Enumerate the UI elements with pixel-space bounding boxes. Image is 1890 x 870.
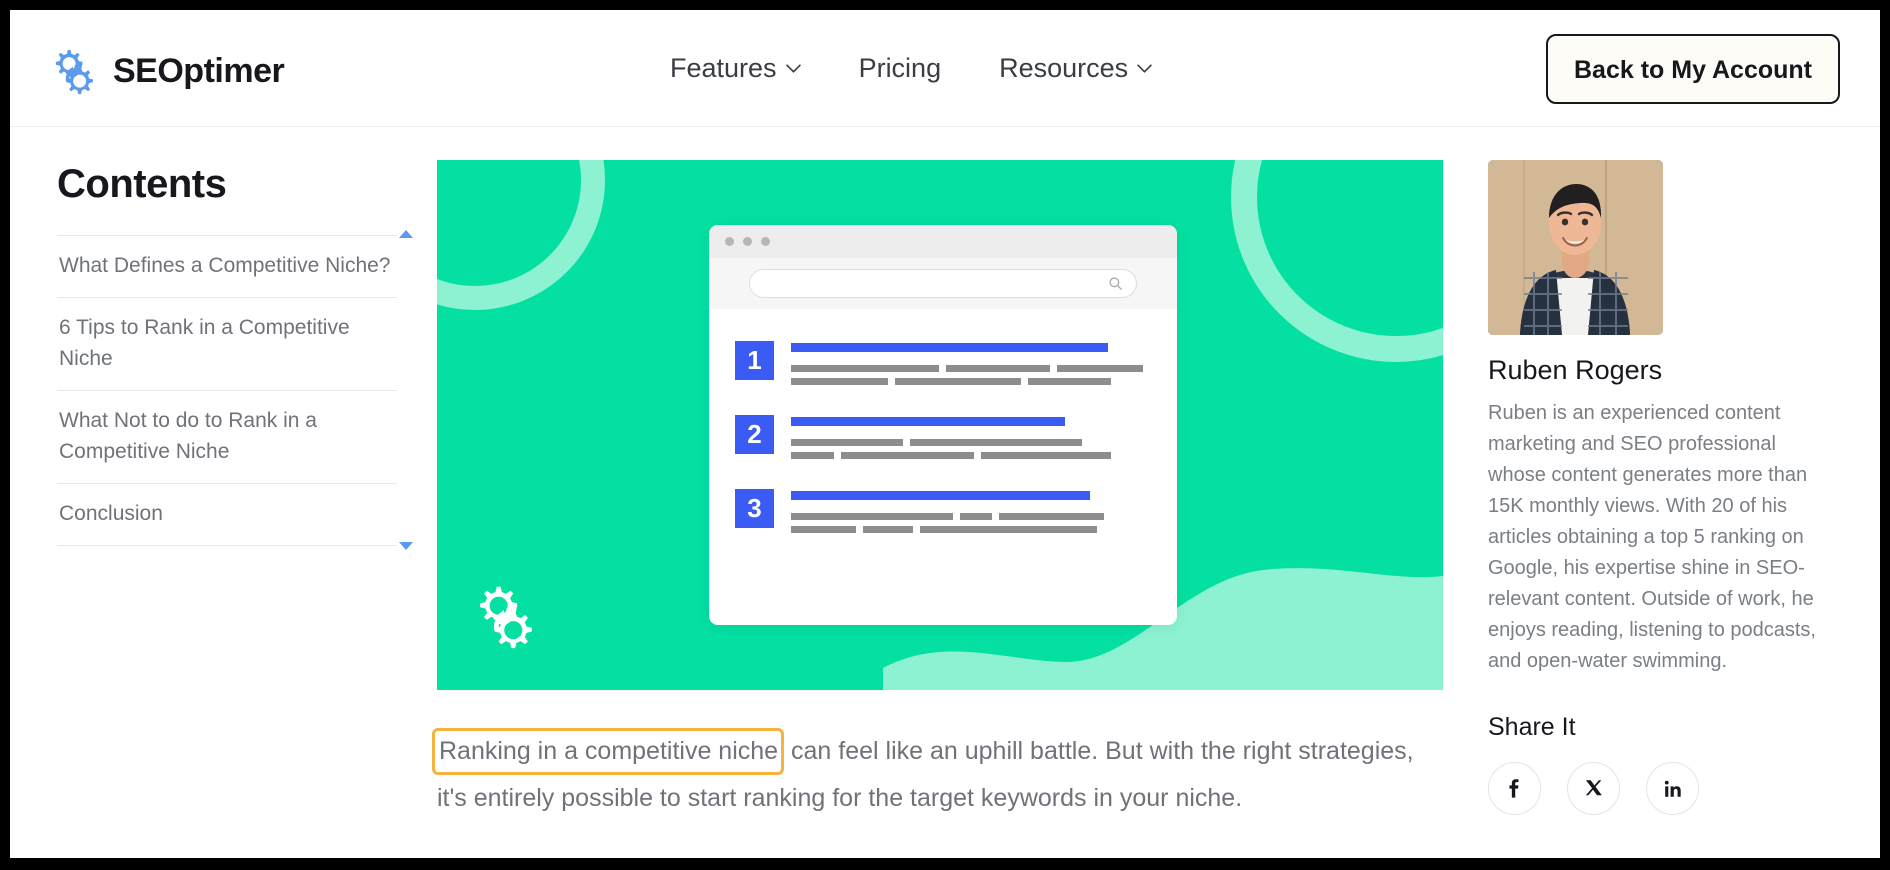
- x-twitter-icon: [1585, 779, 1602, 795]
- mockup-title-bar: [791, 343, 1108, 352]
- nav-label-pricing: Pricing: [858, 53, 942, 83]
- chevron-down-icon: [1137, 64, 1152, 73]
- mockup-text-seg: [1028, 378, 1111, 385]
- mockup-result-lines: [791, 341, 1151, 391]
- mockup-title-bar: [791, 491, 1090, 500]
- share-facebook-button[interactable]: [1488, 762, 1541, 815]
- seoptimer-gear-logo-icon: [55, 50, 93, 95]
- logo-text: SEOptimer: [113, 51, 285, 90]
- author-name: Ruben Rogers: [1488, 355, 1663, 385]
- mockup-text-seg: [981, 452, 1111, 459]
- mockup-text-line: [791, 452, 1151, 459]
- nav-label-features: Features: [670, 53, 777, 83]
- mockup-result-row: 1: [709, 341, 1177, 391]
- site-logo[interactable]: SEOptimer: [45, 43, 285, 99]
- mockup-text-seg: [791, 439, 903, 446]
- toc-item-2[interactable]: 6 Tips to Rank in a Competitive Niche: [57, 298, 397, 391]
- mockup-result-row: 2: [709, 415, 1177, 465]
- share-x-button[interactable]: [1567, 762, 1620, 815]
- author-bio: Ruben is an experienced content marketin…: [1488, 402, 1816, 672]
- search-icon: [1109, 277, 1122, 290]
- table-of-contents: Contents What Defines a Competitive Nich…: [57, 162, 413, 550]
- traffic-light-dot: [743, 237, 752, 246]
- mockup-result-lines: [791, 415, 1151, 465]
- share-buttons: [1488, 762, 1699, 815]
- back-to-my-account-button[interactable]: Back to My Account: [1545, 34, 1840, 104]
- article-hero-image: 1 2 3: [437, 160, 1443, 690]
- browser-mockup: 1 2 3: [709, 225, 1177, 625]
- site-header: SEOptimer Features Pricing Resources Bac…: [10, 10, 1880, 127]
- seoptimer-gear-logo-white-icon: [480, 586, 532, 649]
- decorative-arc-top-left: [437, 160, 605, 310]
- triangle-down-icon[interactable]: [399, 542, 413, 550]
- mockup-result-lines: [791, 489, 1151, 539]
- mockup-result-list: 1 2 3: [709, 309, 1177, 539]
- browser-toolbar: [709, 258, 1177, 309]
- highlighted-phrase[interactable]: Ranking in a competitive niche: [432, 728, 785, 775]
- share-heading: Share It: [1488, 713, 1576, 741]
- contents-heading: Contents: [57, 162, 227, 206]
- mockup-text-seg: [791, 365, 939, 372]
- main-navigation: Features Pricing Resources: [670, 53, 1152, 84]
- mockup-text-seg: [791, 513, 953, 520]
- traffic-light-dot: [725, 237, 734, 246]
- toc-list: What Defines a Competitive Niche? 6 Tips…: [57, 230, 413, 550]
- mockup-text-line: [791, 365, 1151, 372]
- mockup-text-seg: [791, 526, 856, 533]
- toc-item-1[interactable]: What Defines a Competitive Niche?: [57, 236, 397, 298]
- article-paragraph: Ranking in a competitive niche can feel …: [432, 728, 1447, 822]
- nav-label-resources: Resources: [999, 53, 1129, 83]
- nav-item-pricing[interactable]: Pricing: [859, 53, 942, 84]
- mockup-text-line: [791, 378, 1151, 385]
- mockup-text-line: [791, 439, 1151, 446]
- traffic-light-dot: [761, 237, 770, 246]
- mockup-text-seg: [862, 526, 914, 533]
- mockup-text-seg: [791, 452, 835, 459]
- toc-item-4[interactable]: Conclusion: [57, 484, 397, 546]
- mockup-text-seg: [895, 378, 1022, 385]
- mockup-text-seg: [909, 439, 1083, 446]
- linkedin-icon: [1664, 780, 1681, 797]
- rank-badge-1: 1: [735, 341, 774, 380]
- mockup-text-seg: [960, 513, 993, 520]
- mockup-search-input: [749, 269, 1137, 298]
- browser-titlebar: [709, 225, 1177, 258]
- author-avatar: [1488, 160, 1663, 335]
- mockup-result-row: 3: [709, 489, 1177, 539]
- mockup-text-line: [791, 526, 1151, 533]
- chevron-down-icon: [785, 64, 801, 73]
- share-linkedin-button[interactable]: [1646, 762, 1699, 815]
- triangle-up-icon[interactable]: [399, 230, 413, 238]
- mockup-text-seg: [945, 365, 1050, 372]
- mockup-text-seg: [999, 513, 1104, 520]
- rank-badge-3: 3: [735, 489, 774, 528]
- toc-item-3[interactable]: What Not to do to Rank in a Competitive …: [57, 391, 397, 484]
- nav-item-resources[interactable]: Resources: [999, 53, 1152, 84]
- rank-badge-2: 2: [735, 415, 774, 454]
- mockup-text-seg: [791, 378, 889, 385]
- mockup-text-seg: [841, 452, 975, 459]
- mockup-text-seg: [1056, 365, 1144, 372]
- browser-viewport: SEOptimer Features Pricing Resources Bac…: [10, 10, 1880, 858]
- mockup-text-line: [791, 513, 1151, 520]
- mockup-title-bar: [791, 417, 1065, 426]
- nav-item-features[interactable]: Features: [670, 53, 801, 84]
- facebook-icon: [1508, 778, 1518, 798]
- mockup-text-seg: [920, 526, 1097, 533]
- decorative-arc-top-right: [1231, 160, 1443, 362]
